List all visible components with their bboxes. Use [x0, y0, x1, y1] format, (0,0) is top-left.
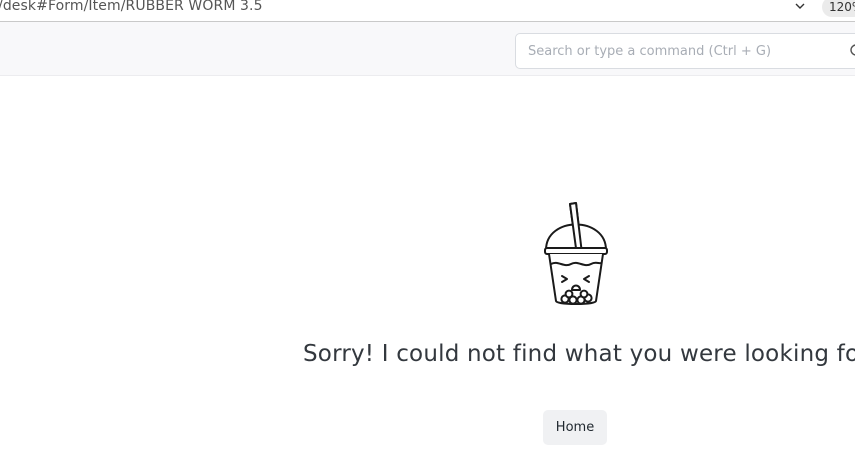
- zoom-level-badge[interactable]: 120%: [822, 0, 855, 17]
- navbar: [0, 22, 855, 76]
- awesomebar: [515, 33, 855, 69]
- browser-address-bar: /desk#Form/Item/RUBBER WORM 3.5 120%: [0, 0, 855, 22]
- chevron-down-icon[interactable]: [792, 0, 808, 14]
- search-input[interactable]: [516, 34, 836, 68]
- not-found-message: Sorry! I could not find what you were lo…: [303, 341, 855, 367]
- search-icon[interactable]: [849, 43, 855, 59]
- home-button[interactable]: Home: [543, 410, 607, 445]
- url-text[interactable]: /desk#Form/Item/RUBBER WORM 3.5: [0, 0, 263, 14]
- boba-tea-cup-icon: [544, 202, 608, 305]
